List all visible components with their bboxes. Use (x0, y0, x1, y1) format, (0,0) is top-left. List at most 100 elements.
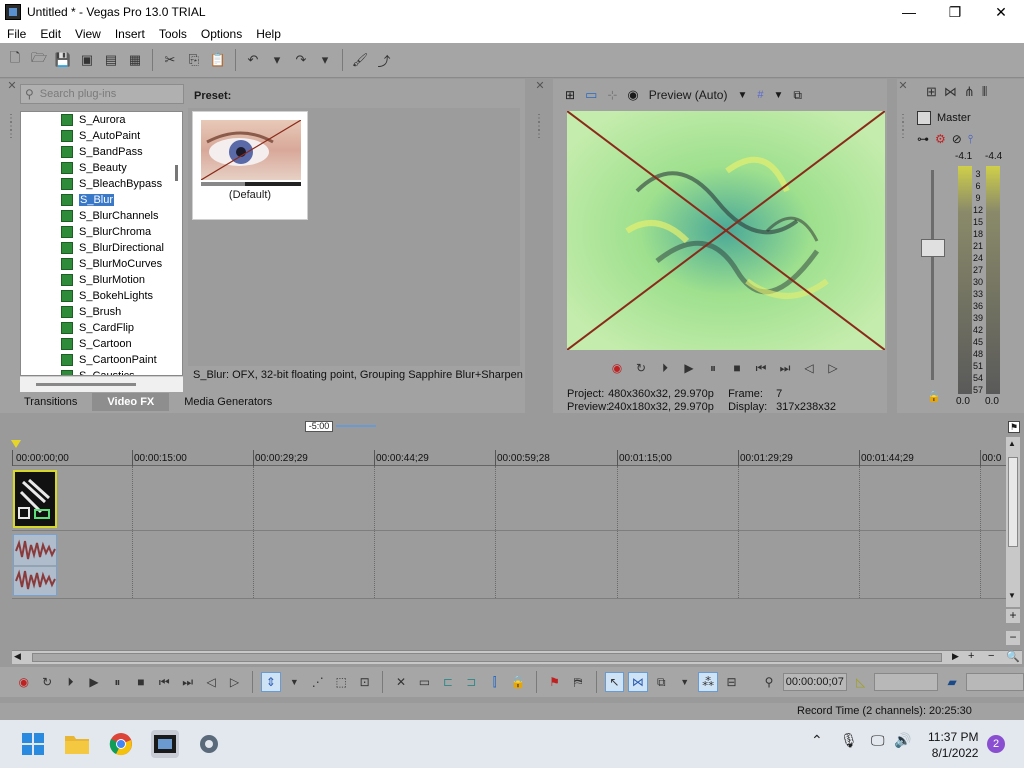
master-fader-track[interactable] (931, 170, 934, 380)
menu-insert[interactable]: Insert (108, 27, 152, 41)
plugin-item[interactable]: S_Blur (21, 192, 182, 208)
ignore-grouping-icon[interactable]: ⊟ (722, 672, 741, 692)
video-track[interactable] (12, 466, 1006, 530)
plugin-item[interactable]: S_Caustics (21, 368, 182, 375)
stop-icon[interactable]: ■ (728, 360, 746, 376)
close-button[interactable]: ✕ (978, 0, 1024, 24)
previous-frame-icon[interactable]: ◁ (201, 672, 220, 692)
plugin-item[interactable]: S_BlurDirectional (21, 240, 182, 256)
selection-start-field[interactable] (874, 673, 939, 691)
video-clip[interactable] (13, 470, 57, 528)
plugin-item[interactable]: S_BlurChroma (21, 224, 182, 240)
plugin-item[interactable]: S_BleachBypass (21, 176, 182, 192)
menu-help[interactable]: Help (249, 27, 288, 41)
cut-icon[interactable]: ✂ (159, 49, 181, 71)
scroll-thumb[interactable] (36, 383, 136, 386)
loop-icon[interactable]: ↻ (37, 672, 56, 692)
plugin-search-input[interactable]: ⚲ Search plug-ins (20, 84, 184, 104)
audio-clip[interactable] (13, 534, 57, 596)
chevron-up-icon[interactable]: ⌃ (811, 732, 823, 749)
zoom-tool-icon[interactable]: ⊡ (355, 672, 374, 692)
open-folder-icon[interactable]: 🗁 (28, 49, 50, 71)
chevron-down-icon[interactable]: ▼ (285, 672, 304, 692)
record-icon[interactable]: ◉ (608, 360, 626, 376)
ripple-edit-icon[interactable]: ⧉ (652, 672, 671, 692)
lock-icon[interactable]: 🔒 (508, 672, 527, 692)
paste-icon[interactable]: 📋 (207, 49, 229, 71)
scroll-right-icon[interactable]: ▶ (952, 651, 959, 662)
marker-flag-icon[interactable]: ⚑ (1008, 421, 1020, 433)
new-file-icon[interactable]: 🗋 (4, 49, 26, 71)
plugin-list-scrollbar[interactable] (175, 165, 178, 181)
loop-icon[interactable]: ↻ (632, 360, 650, 376)
menu-options[interactable]: Options (194, 27, 249, 41)
panel-close-icon[interactable]: ✕ (898, 81, 908, 92)
preset-default-thumbnail[interactable]: (Default) (192, 111, 308, 220)
play-from-start-icon[interactable]: ⏵ (61, 672, 80, 692)
save-as-icon[interactable]: ▣ (76, 49, 98, 71)
scroll-thumb[interactable] (1008, 457, 1018, 547)
preview-mode-select[interactable]: Preview (Auto) (649, 88, 728, 102)
properties-icon[interactable]: ▦ (124, 49, 146, 71)
plugin-item[interactable]: S_BlurChannels (21, 208, 182, 224)
mute-icon[interactable]: ⊘ (952, 132, 962, 147)
dim-output-icon[interactable]: ⋔ (964, 84, 975, 100)
pause-icon[interactable]: ⏸ (108, 672, 127, 692)
fx-icon[interactable]: ⚙ (935, 132, 946, 147)
trim-start-icon[interactable]: ⊏ (438, 672, 457, 692)
record-icon[interactable]: ◉ (14, 672, 33, 692)
plugin-item[interactable]: S_Cartoon (21, 336, 182, 352)
panel-grip-icon[interactable]: ⋮ ⋮ ⋮ (534, 114, 544, 140)
go-to-start-icon[interactable]: ⏮ (752, 360, 770, 376)
minimize-button[interactable]: — (886, 0, 932, 24)
timeline-hscroll[interactable]: ◀ ▶ + − 🔍 (12, 650, 1022, 664)
lock-icon[interactable]: 🔒 (927, 392, 941, 403)
split-view-icon[interactable]: ⊹ (607, 88, 617, 102)
windows-start-icon[interactable] (19, 730, 47, 758)
panel-grip-icon[interactable]: ⋮ ⋮ ⋮ (6, 114, 16, 140)
tab-video-fx[interactable]: Video FX (92, 393, 170, 411)
plugin-item[interactable]: S_CartoonPaint (21, 352, 182, 368)
tab-transitions[interactable]: Transitions (9, 393, 92, 411)
plugin-item[interactable]: S_AutoPaint (21, 128, 182, 144)
envelope-tool-icon[interactable]: ⋰ (308, 672, 327, 692)
previous-frame-icon[interactable]: ◁ (800, 360, 818, 376)
whats-this-icon[interactable]: ⤴ (373, 49, 395, 71)
next-frame-icon[interactable]: ▷ (824, 360, 842, 376)
volume-icon[interactable]: 🔊 (894, 732, 911, 749)
zoom-in-icon[interactable]: + (1006, 609, 1020, 623)
lock-envelopes-icon[interactable]: ⁂ (698, 672, 718, 692)
copy-snapshot-icon[interactable]: ⧉ (793, 88, 802, 103)
selection-tool-icon[interactable]: ⬚ (332, 672, 351, 692)
notification-badge[interactable]: 2 (987, 735, 1005, 753)
insert-icon[interactable]: ⫯ (968, 132, 973, 147)
normal-edit-tool-icon[interactable]: ⇕ (261, 672, 281, 692)
cursor-marker-icon[interactable] (11, 440, 21, 448)
snapping-icon[interactable]: ↖ (604, 672, 625, 692)
tab-media-generators[interactable]: Media Generators (169, 393, 287, 411)
play-icon[interactable]: ▶ (680, 360, 698, 376)
play-icon[interactable]: ▶ (84, 672, 103, 692)
microphone-icon[interactable]: 🎙 (840, 732, 858, 749)
routing-icon[interactable]: ⊶ (917, 132, 929, 147)
zoom-tool-icon[interactable]: 🔍 (1006, 650, 1020, 663)
save-icon[interactable]: 💾 (52, 49, 74, 71)
maximize-button[interactable]: ❐ (932, 0, 978, 24)
master-fader-knob[interactable] (921, 239, 945, 257)
scroll-thumb[interactable] (32, 653, 942, 662)
mixer-properties-icon[interactable]: ⊞ (926, 84, 937, 100)
plugin-list[interactable]: S_Aurora S_AutoPaint S_BandPass S_Beauty S_B… (20, 111, 183, 376)
undo-icon[interactable]: ↶ (242, 49, 264, 71)
scroll-down-icon[interactable]: ▼ (1008, 591, 1016, 600)
system-clock[interactable]: 11:37 PM 8/1/2022 (928, 729, 978, 761)
preview-properties-icon[interactable]: ⊞ (565, 88, 575, 102)
panel-grip-icon[interactable]: ⋮ ⋮ ⋮ (898, 114, 908, 140)
timeline-zoom-slider[interactable] (336, 425, 376, 427)
trim-icon[interactable]: ▭ (415, 672, 434, 692)
pause-icon[interactable]: ⏸ (704, 360, 722, 376)
split-icon[interactable]: ⫿ (485, 672, 504, 692)
audio-track[interactable] (12, 531, 1006, 598)
scroll-up-icon[interactable]: ▲ (1008, 439, 1016, 448)
network-icon[interactable]: 🖵 (871, 732, 885, 749)
redo-icon[interactable]: ↷ (290, 49, 312, 71)
